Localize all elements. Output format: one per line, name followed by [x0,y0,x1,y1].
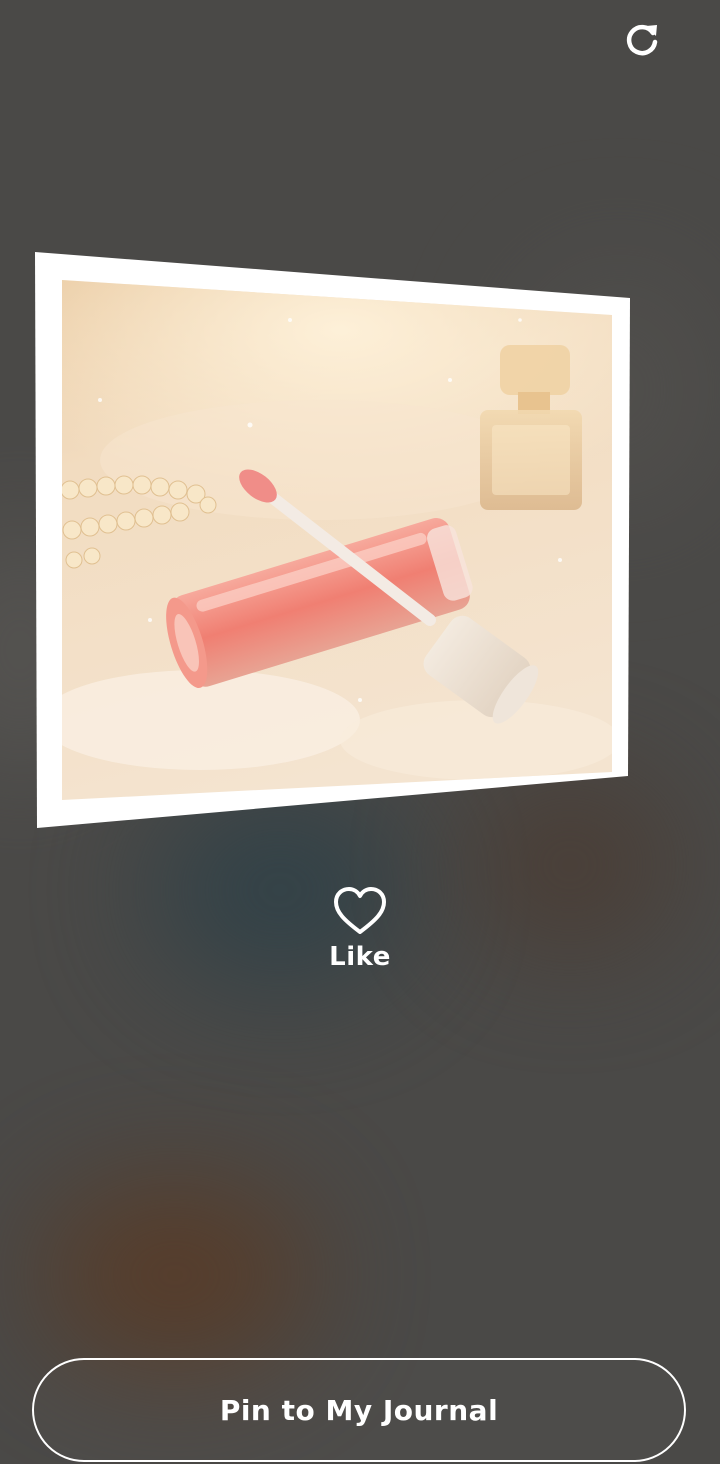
photo-card[interactable] [0,0,720,840]
lip-gloss-photo [62,280,612,800]
heart-outline-icon [334,887,386,934]
pin-button-label: Pin to My Journal [219,1393,499,1427]
like-button[interactable]: Like [300,886,420,972]
background-blur-blob [40,1180,310,1370]
pin-to-journal-button[interactable]: Pin to My Journal [32,1358,686,1462]
like-label: Like [329,942,391,972]
